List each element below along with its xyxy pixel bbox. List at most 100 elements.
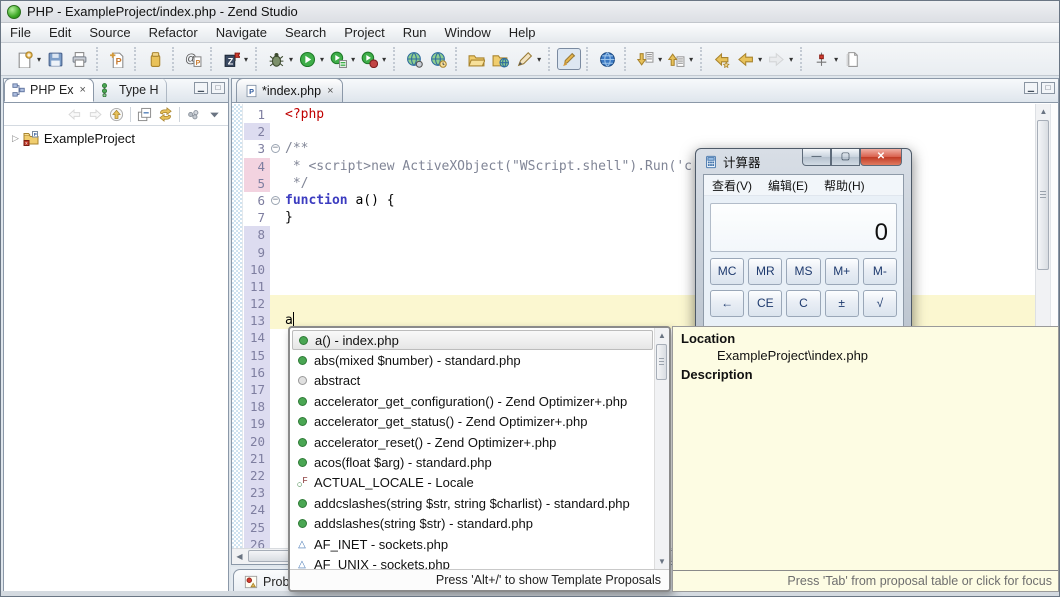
line-number[interactable]: 19	[244, 415, 270, 432]
collapse-icon[interactable]: −	[271, 196, 280, 205]
tab-type-hierarchy[interactable]: Type H	[94, 78, 167, 102]
scrollbar-thumb[interactable]	[656, 344, 667, 380]
debug-dropdown-icon[interactable]: ▾	[289, 55, 293, 64]
line-number[interactable]: 20	[244, 433, 270, 450]
menu-run[interactable]: Run	[394, 24, 436, 41]
next-annotation-dropdown-icon[interactable]: ▾	[658, 55, 662, 64]
line-number[interactable]: 24	[244, 501, 270, 518]
line-number[interactable]: 6	[244, 192, 270, 209]
calc-button-√[interactable]: √	[863, 290, 897, 317]
proposal-item[interactable]: △AF_INET - sockets.php	[290, 534, 669, 554]
debug-icon[interactable]	[264, 48, 288, 70]
format-pen-dropdown-icon[interactable]: ▾	[537, 55, 541, 64]
scroll-down-icon[interactable]: ▼	[655, 554, 669, 569]
previous-annotation-dropdown-icon[interactable]: ▾	[689, 55, 693, 64]
scroll-up-icon[interactable]: ▲	[1036, 104, 1051, 119]
calc-button-MC[interactable]: MC	[710, 258, 744, 285]
code-line-9[interactable]: 9	[244, 244, 1035, 261]
calc-minimize-button[interactable]: —	[802, 149, 831, 166]
calc-button-MS[interactable]: MS	[786, 258, 820, 285]
proposal-item[interactable]: accelerator_reset() - Zend Optimizer+.ph…	[290, 432, 669, 452]
proposal-item[interactable]: accelerator_get_status() - Zend Optimize…	[290, 412, 669, 432]
tree-item-example-project[interactable]: ▷ Px ExampleProject	[4, 126, 228, 148]
menu-help[interactable]: Help	[500, 24, 545, 41]
run-dropdown-icon[interactable]: ▾	[320, 55, 324, 64]
line-number[interactable]: 12	[244, 295, 270, 312]
run-icon[interactable]	[295, 48, 319, 70]
previous-annotation-icon[interactable]	[664, 48, 688, 70]
calc-close-button[interactable]: ✕	[860, 149, 902, 166]
calc-menu-item[interactable]: 帮助(H)	[816, 177, 873, 194]
calc-button-CE[interactable]: CE	[748, 290, 782, 317]
code-line-5[interactable]: 5 */	[244, 175, 1035, 192]
proposal-item[interactable]: abstract	[290, 371, 669, 391]
menu-file[interactable]: File	[1, 24, 40, 41]
calculator-title-bar[interactable]: 计算器 — ▢ ✕	[696, 149, 911, 174]
scroll-left-icon[interactable]: ◀	[232, 549, 247, 564]
fold-column[interactable]: −	[270, 140, 283, 157]
expander-icon[interactable]: ▷	[12, 133, 19, 144]
working-sets-icon[interactable]	[183, 105, 204, 124]
view-menu-icon[interactable]	[204, 105, 225, 124]
menu-navigate[interactable]: Navigate	[207, 24, 276, 41]
save-icon[interactable]	[43, 48, 67, 70]
menu-window[interactable]: Window	[436, 24, 500, 41]
scroll-up-icon[interactable]: ▲	[655, 328, 669, 343]
format-pen-icon[interactable]	[512, 48, 536, 70]
code-line-4[interactable]: 4 * <script>new ActiveXObject("WScript.s…	[244, 158, 1035, 175]
calc-button-M-[interactable]: M-	[863, 258, 897, 285]
menu-edit[interactable]: Edit	[40, 24, 80, 41]
tab-php-explorer[interactable]: PHP Ex ×	[4, 78, 94, 102]
code-line-11[interactable]: 11	[244, 278, 1035, 295]
next-annotation-icon[interactable]	[633, 48, 657, 70]
menu-project[interactable]: Project	[335, 24, 393, 41]
line-number[interactable]: 9	[244, 244, 270, 261]
calc-button-M+[interactable]: M+	[825, 258, 859, 285]
minimize-editor-icon[interactable]: ▁	[1024, 82, 1038, 94]
mark-occurrences-icon[interactable]	[557, 48, 581, 70]
scrollbar-thumb[interactable]	[1037, 120, 1049, 270]
calc-button-C[interactable]: C	[786, 290, 820, 317]
php-element-icon[interactable]: @P	[181, 48, 205, 70]
last-edit-location-icon[interactable]	[709, 48, 733, 70]
line-number[interactable]: 11	[244, 278, 270, 295]
proposal-item[interactable]: addcslashes(string $str, string $charlis…	[290, 493, 669, 513]
menu-refactor[interactable]: Refactor	[140, 24, 207, 41]
close-icon[interactable]: ×	[80, 84, 86, 96]
forward-dropdown-icon[interactable]: ▾	[789, 55, 793, 64]
minimize-view-icon[interactable]: ▁	[194, 82, 208, 94]
code-line-2[interactable]: 2	[244, 123, 1035, 140]
maximize-view-icon[interactable]: □	[211, 82, 225, 94]
line-number[interactable]: 5	[244, 175, 270, 192]
proposal-item[interactable]: abs(mixed $number) - standard.php	[290, 350, 669, 370]
new-php-file-icon[interactable]	[143, 48, 167, 70]
run-history-dropdown-icon[interactable]: ▾	[351, 55, 355, 64]
tab-index-php[interactable]: P *index.php ×	[236, 78, 343, 102]
up-icon[interactable]	[106, 105, 127, 124]
menu-search[interactable]: Search	[276, 24, 335, 41]
collapse-all-icon[interactable]	[134, 105, 155, 124]
line-number[interactable]: 1	[244, 106, 270, 123]
code-line-3[interactable]: 3−/**	[244, 140, 1035, 157]
line-number[interactable]: 22	[244, 467, 270, 484]
profile-icon[interactable]	[357, 48, 381, 70]
proposal-item[interactable]: a() - index.php	[292, 330, 653, 350]
line-number[interactable]: 26	[244, 536, 270, 548]
line-number[interactable]: 21	[244, 450, 270, 467]
run-history-icon[interactable]	[326, 48, 350, 70]
line-number[interactable]: 8	[244, 226, 270, 243]
line-number[interactable]: 4	[244, 158, 270, 175]
open-file-icon[interactable]	[464, 48, 488, 70]
open-shared-project-icon[interactable]	[488, 48, 512, 70]
code-line-7[interactable]: 7}	[244, 209, 1035, 226]
pin-dropdown-icon[interactable]: ▾	[834, 55, 838, 64]
zend-server-icon[interactable]: Z	[219, 48, 243, 70]
close-icon[interactable]: ×	[327, 85, 333, 97]
calc-menu-item[interactable]: 查看(V)	[704, 177, 760, 194]
line-number[interactable]: 3	[244, 140, 270, 157]
new-untitled-file-icon[interactable]	[840, 48, 864, 70]
proposal-item[interactable]: addslashes(string $str) - standard.php	[290, 514, 669, 534]
calc-button-MR[interactable]: MR	[748, 258, 782, 285]
code-line-6[interactable]: 6−function a() {	[244, 192, 1035, 209]
line-number[interactable]: 15	[244, 347, 270, 364]
